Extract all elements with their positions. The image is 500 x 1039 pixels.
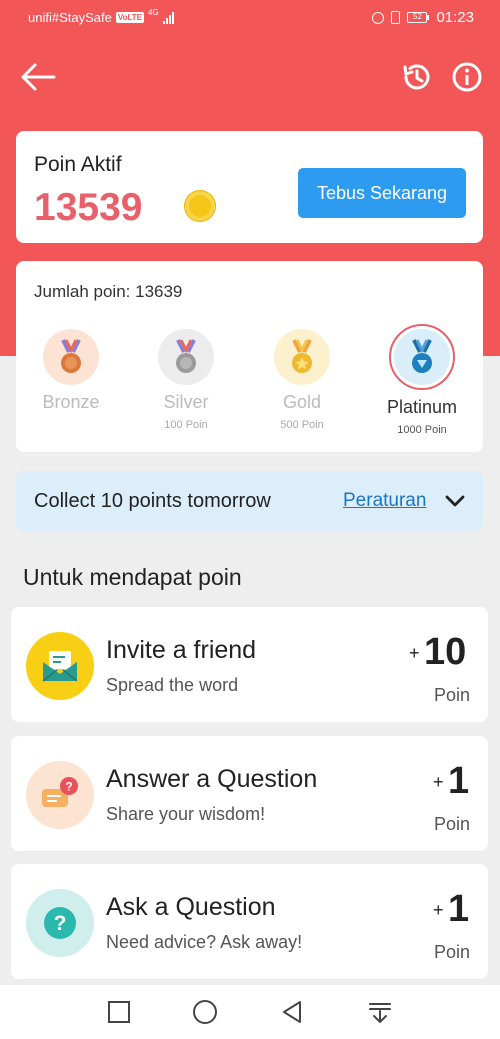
info-icon	[452, 62, 482, 92]
active-tier-ring	[389, 324, 455, 390]
info-button[interactable]	[451, 61, 483, 93]
back-button[interactable]	[20, 60, 56, 94]
question-mark-icon: ?	[26, 889, 94, 957]
tier-gold: Gold 500 Poin	[247, 329, 357, 431]
svg-text:?: ?	[65, 780, 72, 794]
gold-medal-icon	[274, 329, 330, 385]
active-points-card: Poin Aktif 13539 Tebus Sekarang	[16, 131, 483, 243]
network-type: 4G	[148, 8, 159, 17]
battery-level: 52	[407, 12, 428, 23]
plus-sign: +	[409, 643, 420, 663]
status-bar: unifi#StaySafe VoLTE 4G 52 01:23	[0, 0, 500, 36]
task-invite-friend[interactable]: Invite a friend Spread the word + 10 Poi…	[11, 607, 488, 722]
coin-icon	[185, 191, 215, 221]
status-right: 52 01:23	[372, 9, 474, 26]
task-subtitle: Share your wisdom!	[106, 804, 266, 824]
home-icon[interactable]	[192, 999, 218, 1025]
tier-bronze: Bronze	[16, 329, 126, 419]
bronze-medal-icon	[43, 329, 99, 385]
task-answer-question[interactable]: ? Answer a Question Share your wisdom! +…	[11, 736, 488, 851]
tier-requirement: 1000 Poin	[397, 424, 447, 436]
task-subtitle: Need advice? Ask away!	[106, 932, 303, 952]
tier-silver: Silver 100 Poin	[131, 329, 241, 431]
carrier-name: unifi#StaySafe	[28, 10, 112, 25]
tier-name: Silver	[163, 392, 209, 412]
chevron-down-icon[interactable]	[444, 490, 466, 512]
back-nav-icon[interactable]	[279, 999, 305, 1025]
task-points-unit: Poin	[433, 814, 470, 834]
alarm-icon	[372, 11, 385, 24]
tier-name: Gold	[282, 392, 322, 412]
tier-requirement: 100 Poin	[164, 419, 208, 431]
tier-name: Platinum	[386, 397, 458, 417]
collect-points-text: Collect 10 points tomorrow	[34, 490, 271, 512]
task-points: 1	[448, 888, 470, 930]
signal-icon	[162, 11, 174, 24]
earn-points-title: Untuk mendapat poin	[23, 564, 242, 590]
plus-sign: +	[433, 900, 444, 920]
system-navigation-bar	[0, 985, 500, 1039]
task-title: Answer a Question	[106, 765, 318, 793]
history-icon	[403, 64, 430, 90]
history-button[interactable]	[401, 61, 433, 93]
membership-level-card: Jumlah poin: 13639 Bronze Silver 100 Poi…	[16, 261, 483, 452]
active-points-value: 13539	[34, 186, 143, 229]
volte-badge: VoLTE	[115, 12, 144, 23]
recent-apps-icon[interactable]	[106, 999, 132, 1025]
task-title: Invite a friend	[106, 636, 257, 664]
redeem-now-button[interactable]: Tebus Sekarang	[298, 168, 466, 218]
total-points-label: Jumlah poin: 13639	[34, 282, 183, 301]
silver-medal-icon	[158, 329, 214, 385]
task-points: 10	[424, 631, 467, 673]
collect-points-banner: Collect 10 points tomorrow Peraturan	[16, 471, 483, 531]
status-left: unifi#StaySafe VoLTE 4G	[28, 8, 174, 25]
platinum-medal-icon	[394, 329, 450, 385]
plus-sign: +	[433, 772, 444, 792]
speech-bubble-icon: ?	[26, 761, 94, 829]
task-points: 1	[448, 760, 470, 802]
task-ask-question[interactable]: ? Ask a Question Need advice? Ask away! …	[11, 864, 488, 979]
back-arrow-icon	[21, 63, 56, 91]
task-subtitle: Spread the word	[106, 675, 239, 695]
task-points-unit: Poin	[433, 685, 470, 705]
clock: 01:23	[436, 9, 474, 26]
battery-icon: 52	[407, 12, 430, 23]
tier-platinum: Platinum 1000 Poin	[367, 324, 477, 436]
svg-text:?: ?	[54, 912, 67, 935]
vibrate-icon	[391, 11, 401, 24]
task-points-unit: Poin	[433, 942, 470, 962]
task-title: Ask a Question	[106, 893, 276, 921]
rules-link[interactable]: Peraturan	[343, 490, 426, 512]
notification-pull-icon[interactable]	[367, 999, 393, 1025]
envelope-icon	[26, 632, 94, 700]
tier-requirement: 500 Poin	[280, 419, 324, 431]
tier-name: Bronze	[42, 392, 100, 412]
active-points-title: Poin Aktif	[34, 153, 122, 176]
